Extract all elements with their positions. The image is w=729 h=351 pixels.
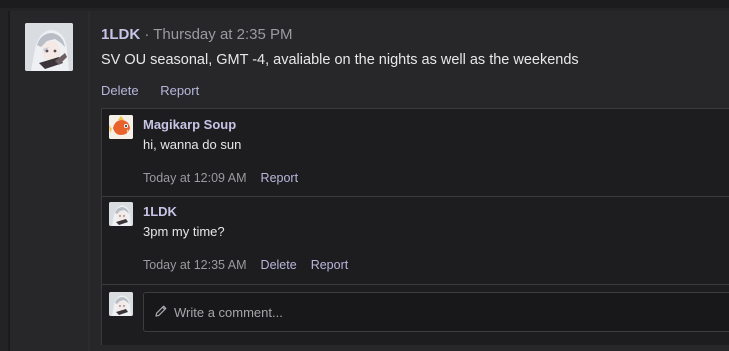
comment-author-avatar[interactable] [109, 115, 133, 139]
post-author-avatar[interactable] [25, 23, 73, 71]
comment-report-link[interactable]: Report [311, 258, 349, 272]
magikarp-avatar-icon [109, 115, 133, 139]
post-report-link[interactable]: Report [160, 83, 199, 98]
comment-reply-box[interactable] [143, 292, 729, 332]
comment-timestamp[interactable]: Today at 12:09 AM [143, 171, 247, 185]
comment-meta: Today at 12:35 AM Delete Report [143, 258, 348, 272]
comment-report-link[interactable]: Report [261, 171, 299, 185]
post-column-divider [88, 11, 90, 351]
post-delete-link[interactable]: Delete [101, 83, 139, 98]
pencil-icon [154, 304, 168, 323]
anime-character-avatar-icon [25, 23, 73, 71]
comment-text: hi, wanna do sun [143, 137, 242, 152]
anime-character-avatar-icon [109, 202, 133, 226]
comments-section: Magikarp Soup hi, wanna do sun Today at … [101, 108, 729, 345]
post-author-name[interactable]: 1LDK [101, 26, 140, 43]
post-header: 1LDK · Thursday at 2:35 PM [101, 26, 292, 43]
current-user-avatar[interactable] [109, 292, 133, 316]
top-bar [0, 0, 729, 8]
post-timestamp[interactable]: Thursday at 2:35 PM [153, 26, 292, 43]
comment-delete-link[interactable]: Delete [261, 258, 297, 272]
post-actions: Delete Report [101, 83, 217, 98]
comment-timestamp[interactable]: Today at 12:35 AM [143, 258, 247, 272]
comment-input[interactable] [174, 293, 724, 331]
comment-author-name[interactable]: 1LDK [143, 204, 177, 219]
header-separator: · [144, 26, 150, 43]
comment-author-name[interactable]: Magikarp Soup [143, 117, 236, 132]
comment-text: 3pm my time? [143, 224, 225, 239]
anime-character-avatar-icon [109, 292, 133, 316]
comment-divider [102, 284, 729, 285]
post-message: SV OU seasonal, GMT -4, avaliable on the… [101, 52, 579, 68]
comment-item: Magikarp Soup hi, wanna do sun Today at … [102, 109, 729, 196]
comment-item: 1LDK 3pm my time? Today at 12:35 AM Delet… [102, 197, 729, 284]
comment-author-avatar[interactable] [109, 202, 133, 226]
comment-meta: Today at 12:09 AM Report [143, 171, 298, 185]
